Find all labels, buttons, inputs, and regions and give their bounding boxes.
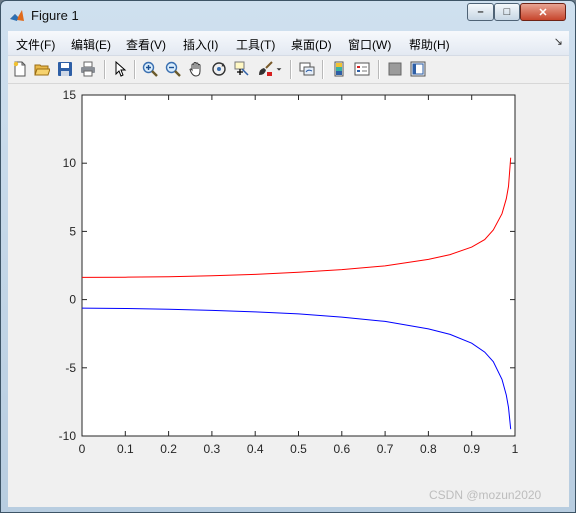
new-figure-icon[interactable]: [11, 60, 29, 78]
axes-box: [81, 94, 516, 437]
x-tick-label: 0: [79, 442, 86, 456]
menu-bar: 文件(F) 编辑(E) 查看(V) 插入(I) 工具(T) 桌面(D) 窗口(W…: [8, 31, 569, 56]
x-tick-label: 1: [512, 442, 519, 456]
rotate-3d-icon[interactable]: [210, 60, 228, 78]
y-tick-label: 15: [63, 88, 77, 102]
y-tick-label: -5: [65, 361, 76, 375]
toolbar-separator: [104, 60, 106, 79]
menu-file[interactable]: 文件(F): [16, 36, 55, 53]
toolbar-separator: [378, 60, 380, 79]
brush-icon[interactable]: [256, 60, 274, 78]
minimize-button[interactable]: –: [467, 3, 494, 21]
legend-icon[interactable]: [353, 60, 371, 78]
menu-desktop[interactable]: 桌面(D): [291, 36, 332, 53]
window-title: Figure 1: [31, 8, 79, 23]
client-area: 文件(F) 编辑(E) 查看(V) 插入(I) 工具(T) 桌面(D) 窗口(W…: [8, 31, 569, 507]
matlab-logo-icon: [10, 10, 24, 21]
link-plot-icon[interactable]: [298, 60, 316, 78]
toolbar-separator: [134, 60, 136, 79]
x-tick-label: 0.5: [290, 442, 307, 456]
data-cursor-icon[interactable]: [233, 60, 251, 78]
save-icon[interactable]: [56, 60, 74, 78]
x-tick-label: 0.1: [117, 442, 134, 456]
open-folder-icon[interactable]: [33, 60, 51, 78]
y-tick-label: 0: [69, 293, 76, 307]
x-tick-label: 0.9: [463, 442, 480, 456]
x-tick-label: 0.3: [204, 442, 221, 456]
x-tick-label: 0.6: [333, 442, 350, 456]
menu-tools[interactable]: 工具(T): [236, 36, 275, 53]
y-tick-label: -10: [59, 429, 77, 443]
toolbar-separator: [290, 60, 292, 79]
menu-window[interactable]: 窗口(W): [348, 36, 391, 53]
brush-dropdown-icon[interactable]: [274, 60, 284, 78]
watermark: CSDN @mozun2020: [429, 488, 542, 502]
colorbar-icon[interactable]: [330, 60, 348, 78]
menu-help[interactable]: 帮助(H): [409, 36, 450, 53]
x-tick-label: 0.4: [247, 442, 264, 456]
y-tick-label: 5: [69, 224, 76, 238]
menu-edit[interactable]: 编辑(E): [71, 36, 111, 53]
maximize-button[interactable]: □: [494, 3, 520, 21]
x-tick-label: 0.7: [377, 442, 394, 456]
zoom-in-icon[interactable]: [141, 60, 159, 78]
x-tick-label: 0.2: [160, 442, 177, 456]
close-button[interactable]: ✕: [520, 3, 566, 21]
y-tick-label: 10: [63, 156, 77, 170]
menu-overflow-icon[interactable]: ↘: [554, 35, 563, 48]
print-icon[interactable]: [79, 60, 97, 78]
toolbar-separator: [322, 60, 324, 79]
edit-plot-arrow-icon[interactable]: [111, 60, 129, 78]
menu-insert[interactable]: 插入(I): [183, 36, 218, 53]
menu-view[interactable]: 查看(V): [126, 36, 166, 53]
zoom-out-icon[interactable]: [164, 60, 182, 78]
show-plot-tools-icon[interactable]: [409, 60, 427, 78]
line-plot[interactable]: 0 0.1 0.2 0.3 0.4 0.5 0.6 0.7 0.8 0.9 1 15 10 5 0 -5 -10: [8, 84, 569, 507]
title-bar[interactable]: Figure 1 – □ ✕: [1, 1, 575, 31]
x-tick-label: 0.8: [420, 442, 437, 456]
hide-plot-tools-icon[interactable]: [386, 60, 404, 78]
figure-canvas: 0 0.1 0.2 0.3 0.4 0.5 0.6 0.7 0.8 0.9 1 15 10 5 0 -5 -10…: [8, 84, 569, 507]
pan-hand-icon[interactable]: [187, 60, 205, 78]
figure-window: Figure 1 – □ ✕ 文件(F) 编辑(E) 查看(V) 插入(I) 工…: [0, 0, 576, 513]
toolbar: [8, 56, 569, 84]
